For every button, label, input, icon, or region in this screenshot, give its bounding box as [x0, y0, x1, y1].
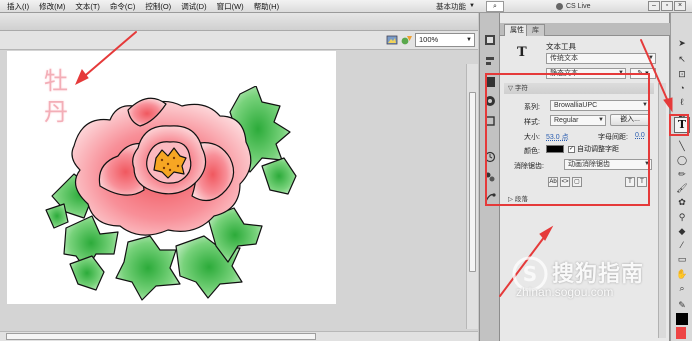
stage-horizontal-scrollbar[interactable] — [0, 331, 478, 341]
document-tab-strip — [0, 13, 478, 31]
zoom-select[interactable]: 100% ▼ — [415, 33, 475, 47]
properties-highlight-box — [485, 73, 650, 206]
color-panel-icon[interactable] — [484, 34, 496, 46]
swap-colors-icon[interactable] — [676, 327, 686, 339]
menu-window[interactable]: 窗口(W) — [212, 1, 249, 12]
free-transform-tool-icon[interactable]: ⊡ — [676, 68, 688, 80]
watermark-url: zhinan.sogou.com — [516, 285, 614, 299]
brush-tool-icon[interactable]: 🖌 — [676, 182, 688, 194]
scroll-thumb[interactable] — [469, 92, 476, 272]
tab-library[interactable]: 库 — [526, 24, 545, 36]
line-tool-icon[interactable]: ╲ — [676, 140, 688, 152]
menu-commands[interactable]: 命令(C) — [105, 1, 140, 12]
stroke-color-icon[interactable]: ✎ — [676, 299, 688, 311]
menu-help[interactable]: 帮助(H) — [249, 1, 284, 12]
3d-rotation-tool-icon[interactable]: ◔ — [676, 82, 688, 94]
tool-name-label: 文本工具 — [546, 42, 576, 51]
edit-bar — [0, 31, 478, 50]
text-tool-highlight-box — [669, 114, 689, 136]
pencil-tool-icon[interactable]: ✏ — [676, 168, 688, 180]
chevron-down-icon: ▼ — [466, 37, 472, 43]
properties-tab-bar: 属性 库 — [500, 23, 670, 36]
fill-color-swatch[interactable] — [676, 313, 688, 325]
selection-tool-icon[interactable]: ➤ — [676, 37, 688, 49]
sogou-watermark: S 搜狗指南 zhinan.sogou.com — [512, 254, 682, 299]
scroll-thumb[interactable] — [6, 333, 316, 340]
menu-modify[interactable]: 修改(M) — [34, 1, 70, 12]
text-engine-value: 传统文本 — [550, 55, 578, 62]
chevron-down-icon: ▼ — [648, 55, 654, 61]
cs-live-button[interactable]: CS Live — [556, 1, 591, 12]
text-engine-select[interactable]: 传统文本 ▼ — [546, 53, 656, 64]
menu-debug[interactable]: 调试(D) — [176, 1, 211, 12]
paint-bucket-tool-icon[interactable]: ◆ — [676, 225, 688, 237]
text-tool-icon: T — [517, 45, 527, 60]
zoom-value: 100% — [419, 35, 439, 44]
edit-symbol-icon[interactable] — [401, 34, 413, 46]
subselection-tool-icon[interactable]: ↖ — [676, 53, 688, 65]
align-panel-icon[interactable] — [484, 55, 496, 67]
window-controls: – ▫ × — [648, 1, 686, 11]
properties-scrollbar[interactable] — [658, 83, 666, 338]
menu-control[interactable]: 控制(O) — [140, 1, 176, 12]
workspace-label: 基本功能 — [436, 2, 466, 11]
restore-button[interactable]: ▫ — [661, 1, 673, 11]
edit-scene-icon[interactable] — [386, 34, 398, 46]
search-icon[interactable]: ⌕ — [486, 1, 504, 12]
close-button[interactable]: × — [674, 1, 686, 11]
menu-list: 插入(I) 修改(M) 文本(T) 命令(C) 控制(O) 调试(D) 窗口(W… — [2, 1, 284, 12]
stage-vertical-scrollbar[interactable] — [466, 64, 478, 329]
oval-tool-icon[interactable]: ◯ — [676, 154, 688, 166]
deco-tool-icon[interactable]: ✿ — [676, 196, 688, 208]
cs-live-icon — [556, 3, 563, 10]
chevron-down-icon: ▼ — [469, 3, 475, 9]
watermark-title: 搜狗指南 — [552, 261, 645, 286]
menu-insert[interactable]: 插入(I) — [2, 1, 34, 12]
eyedropper-tool-icon[interactable]: ⁄ — [676, 239, 688, 251]
minimize-button[interactable]: – — [648, 1, 660, 11]
bone-tool-icon[interactable]: ⚲ — [676, 211, 688, 223]
peony-illustration[interactable] — [44, 86, 302, 306]
workspace-switcher[interactable]: 基本功能 ▼ — [436, 1, 475, 12]
cs-live-label: CS Live — [566, 3, 591, 10]
svg-text:S: S — [523, 262, 537, 286]
lasso-tool-icon[interactable]: ℓ — [676, 96, 688, 108]
menu-text[interactable]: 文本(T) — [70, 1, 105, 12]
menu-bar: 插入(I) 修改(M) 文本(T) 命令(C) 控制(O) 调试(D) 窗口(W… — [0, 0, 692, 13]
